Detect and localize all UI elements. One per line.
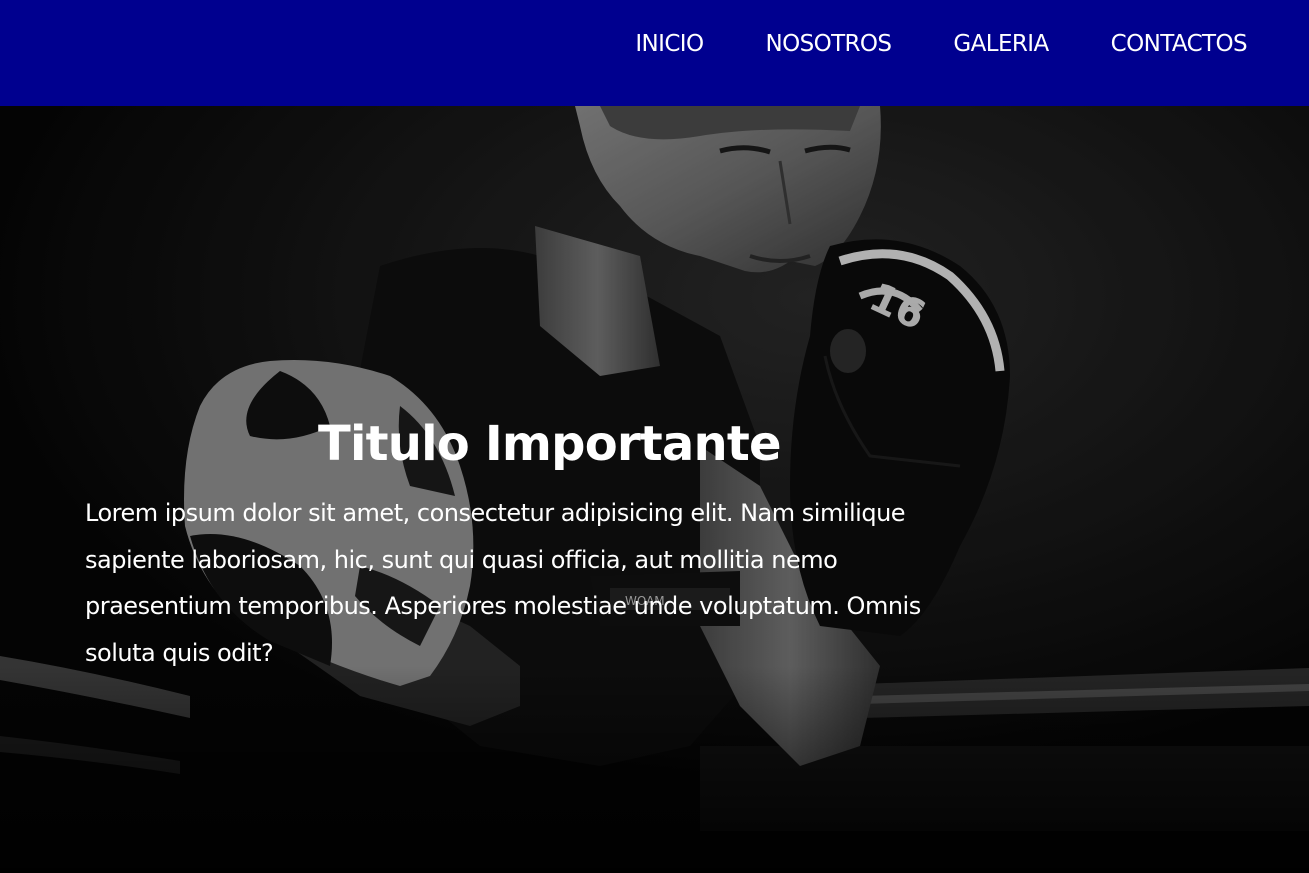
navbar: INICIO NOSOTROS GALERIA CONTACTOS [0, 0, 1309, 106]
page: INICIO NOSOTROS GALERIA CONTACTOS WOAM 1… [0, 0, 1309, 873]
nav-link-nosotros[interactable]: NOSOTROS [725, 28, 913, 60]
nav-link-galeria[interactable]: GALERIA [913, 28, 1070, 60]
hero-section: WOAM 16 Titulo Importante Lorem ipsum do… [0, 106, 1309, 873]
hero-title: Titulo Importante [318, 416, 782, 472]
nav-list: INICIO NOSOTROS GALERIA CONTACTOS [635, 28, 1269, 60]
nav-link-inicio[interactable]: INICIO [635, 28, 725, 60]
hero-paragraph: Lorem ipsum dolor sit amet, consectetur … [85, 499, 921, 667]
nav-link-contactos[interactable]: CONTACTOS [1071, 28, 1269, 60]
